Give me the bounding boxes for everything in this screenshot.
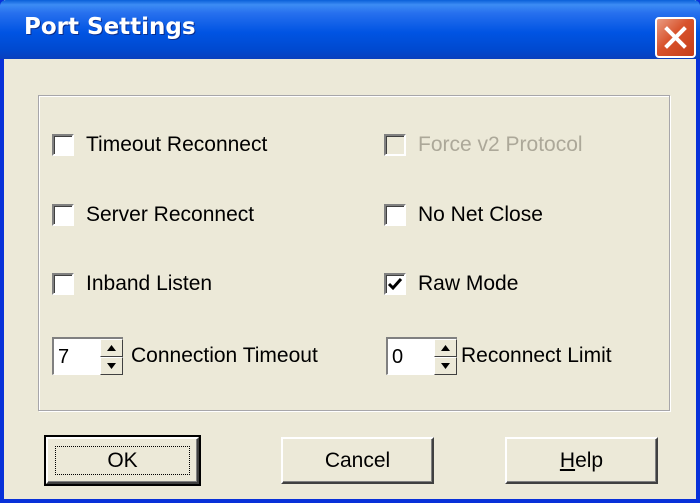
title-bar[interactable]: Port Settings — [0, 0, 700, 59]
inband-listen-label: Inband Listen — [86, 272, 213, 295]
close-icon — [664, 26, 687, 49]
reconnect-limit-spinner[interactable]: 0 Reconnect Limit — [386, 337, 612, 375]
arrow-down-icon — [441, 363, 450, 369]
window-title: Port Settings — [24, 14, 196, 40]
inband-listen-checkbox[interactable]: Inband Listen — [52, 271, 212, 297]
connection-timeout-down[interactable] — [100, 357, 123, 375]
connection-timeout-field[interactable]: 7 — [52, 337, 100, 375]
force-v2-protocol-checkbox: Force v2 Protocol — [384, 132, 583, 158]
raw-mode-label: Raw Mode — [418, 272, 519, 295]
ok-button[interactable]: OK — [44, 435, 201, 486]
cancel-button-label: Cancel — [324, 448, 391, 472]
close-button[interactable] — [655, 17, 696, 58]
force-v2-protocol-box — [384, 134, 406, 156]
connection-timeout-label: Connection Timeout — [131, 344, 318, 367]
arrow-down-icon — [107, 363, 116, 369]
inband-listen-box[interactable] — [52, 273, 74, 295]
cancel-button[interactable]: Cancel — [281, 437, 434, 484]
force-v2-protocol-label: Force v2 Protocol — [418, 133, 583, 156]
timeout-reconnect-label: Timeout Reconnect — [86, 133, 268, 156]
reconnect-limit-up[interactable] — [434, 339, 457, 357]
reconnect-limit-arrows[interactable] — [434, 337, 457, 375]
no-net-close-checkbox[interactable]: No Net Close — [384, 202, 543, 228]
arrow-up-icon — [441, 345, 450, 351]
connection-timeout-up[interactable] — [100, 339, 123, 357]
raw-mode-box[interactable] — [384, 273, 406, 295]
help-button[interactable]: Help — [505, 437, 658, 484]
no-net-close-label: No Net Close — [418, 203, 543, 226]
port-settings-dialog: Port Settings Timeout Reconnect Server R… — [0, 0, 700, 503]
checkmark-icon — [387, 278, 403, 291]
reconnect-limit-down[interactable] — [434, 357, 457, 375]
raw-mode-checkbox[interactable]: Raw Mode — [384, 271, 518, 297]
no-net-close-box[interactable] — [384, 204, 406, 226]
server-reconnect-box[interactable] — [52, 204, 74, 226]
reconnect-limit-field[interactable]: 0 — [386, 337, 434, 375]
help-button-label: Help — [559, 448, 604, 472]
connection-timeout-spinner[interactable]: 7 Connection Timeout — [52, 337, 318, 375]
server-reconnect-label: Server Reconnect — [86, 203, 255, 226]
reconnect-limit-label: Reconnect Limit — [461, 344, 612, 367]
timeout-reconnect-box[interactable] — [52, 134, 74, 156]
ok-focus-rect — [55, 446, 190, 475]
timeout-reconnect-checkbox[interactable]: Timeout Reconnect — [52, 132, 267, 158]
connection-timeout-arrows[interactable] — [100, 337, 123, 375]
server-reconnect-checkbox[interactable]: Server Reconnect — [52, 202, 254, 228]
arrow-up-icon — [107, 345, 116, 351]
